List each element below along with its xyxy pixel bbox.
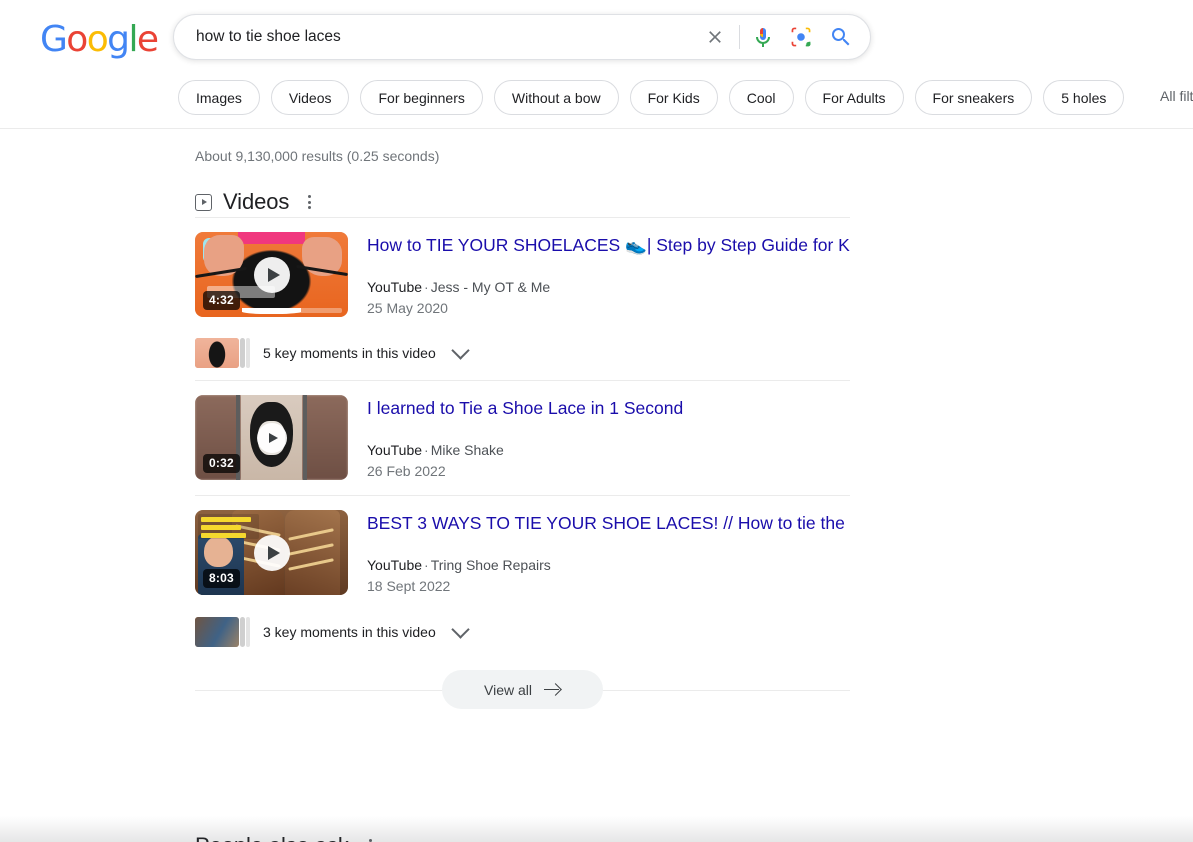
view-all-row: View all — [195, 663, 850, 717]
results-content: About 9,130,000 results (0.25 seconds) V… — [0, 129, 1193, 842]
video-source: YouTube · Tring Shoe Repairs — [367, 557, 551, 574]
videos-section-title: Videos — [223, 189, 290, 214]
video-result-item[interactable]: 8:03 BEST 3 WAYS TO TIE YOUR SHOE LACES!… — [195, 496, 850, 610]
search-input[interactable] — [196, 24, 701, 50]
video-duration: 8:03 — [203, 569, 240, 589]
video-thumbnail[interactable]: 4:32 — [195, 232, 348, 317]
people-also-ask-section: People also ask How do you tie shoelaces… — [195, 829, 850, 842]
key-moments-label: 5 key moments in this video — [263, 345, 436, 362]
play-button-overlay[interactable] — [253, 534, 290, 571]
filter-chip-for-beginners[interactable]: For beginners — [360, 80, 483, 115]
close-x-icon[interactable] — [701, 23, 729, 51]
filter-chip-for-adults[interactable]: For Adults — [804, 80, 904, 115]
logo-letter-4: l — [128, 19, 138, 60]
key-moments-label: 3 key moments in this video — [263, 623, 436, 640]
filter-chip-without-a-bow[interactable]: Without a bow — [493, 80, 619, 115]
google-logo[interactable]: Google — [40, 19, 159, 60]
microphone-icon[interactable] — [750, 24, 776, 50]
video-duration: 4:32 — [203, 291, 240, 310]
view-all-button[interactable]: View all — [442, 670, 603, 710]
search-header: Google how to tie shoe laces Images Vide… — [0, 0, 1193, 129]
video-source-name: YouTube — [367, 557, 423, 574]
video-title-link[interactable]: BEST 3 WAYS TO TIE YOUR SHOE LACES! // H… — [367, 512, 850, 536]
arrow-right-icon — [544, 684, 561, 696]
video-result-item[interactable]: 0:32 I learned to Tie a Shoe Lace in 1 S… — [195, 381, 850, 495]
chevron-down-icon[interactable] — [451, 619, 470, 639]
filter-chip-videos[interactable]: Videos — [270, 80, 350, 115]
video-source-name: YouTube — [367, 278, 423, 295]
video-source-name: YouTube — [367, 441, 423, 458]
filter-chip-5-holes[interactable]: 5 holes — [1043, 80, 1125, 115]
video-thumbnail[interactable]: 8:03 — [195, 510, 348, 596]
people-also-ask-header: People also ask — [195, 829, 850, 842]
video-play-badge-icon — [195, 193, 212, 211]
filter-chip-images[interactable]: Images — [178, 80, 260, 115]
logo-letter-2: o — [86, 19, 109, 60]
result-stats: About 9,130,000 results (0.25 seconds) — [195, 148, 440, 164]
search-bar[interactable] — [173, 14, 871, 60]
video-channel: Tring Shoe Repairs — [430, 557, 551, 574]
key-moments-row[interactable]: 3 key moments in this video — [195, 611, 850, 659]
people-also-ask-title: People also ask — [195, 833, 349, 842]
search-divider — [739, 25, 740, 49]
video-source: YouTube · Mike Shake — [367, 441, 504, 458]
logo-letter-1: o — [66, 19, 88, 60]
key-moments-row[interactable]: 5 key moments in this video — [195, 332, 850, 380]
three-dot-menu-icon[interactable] — [300, 192, 318, 212]
video-date: 25 May 2020 — [367, 299, 448, 316]
filter-chip-for-kids[interactable]: For Kids — [629, 80, 718, 115]
three-dot-menu-icon[interactable] — [362, 836, 380, 842]
video-date: 26 Feb 2022 — [367, 463, 446, 480]
videos-section-header: Videos — [195, 187, 850, 217]
play-button-overlay[interactable] — [253, 256, 290, 293]
search-magnifier-icon[interactable] — [828, 24, 854, 50]
videos-section: Videos 4:32 How to TIE YOUR SHOELACES 👟|… — [195, 187, 850, 717]
filter-chips: Images Videos For beginners Without a bow Fo… — [178, 80, 1125, 115]
logo-letter-3: g — [107, 19, 130, 60]
video-title-link[interactable]: I learned to Tie a Shoe Lace in 1 Second — [367, 397, 850, 421]
chevron-down-icon[interactable] — [451, 341, 470, 360]
logo-letter-0: G — [40, 19, 68, 60]
play-button-overlay[interactable] — [256, 422, 287, 453]
video-source: YouTube · Jess - My OT & Me — [367, 278, 551, 295]
view-all-label: View all — [484, 681, 532, 698]
filter-chip-for-sneakers[interactable]: For sneakers — [914, 80, 1033, 115]
video-title-link[interactable]: How to TIE YOUR SHOELACES 👟| Step by Ste… — [367, 234, 850, 258]
video-channel: Mike Shake — [430, 441, 504, 458]
video-date: 18 Sept 2022 — [367, 578, 451, 595]
video-duration: 0:32 — [203, 454, 240, 474]
video-result-item[interactable]: 4:32 How to TIE YOUR SHOELACES 👟| Step b… — [195, 218, 850, 332]
video-channel: Jess - My OT & Me — [430, 278, 551, 295]
key-moments-thumbnail — [195, 616, 251, 647]
key-moments-thumbnail — [195, 338, 251, 369]
logo-letter-5: e — [136, 19, 159, 60]
filter-chip-cool[interactable]: Cool — [728, 80, 794, 115]
video-thumbnail[interactable]: 0:32 — [195, 395, 348, 481]
all-filters-button[interactable]: All filters — [1160, 88, 1193, 104]
google-lens-icon[interactable] — [788, 24, 814, 50]
